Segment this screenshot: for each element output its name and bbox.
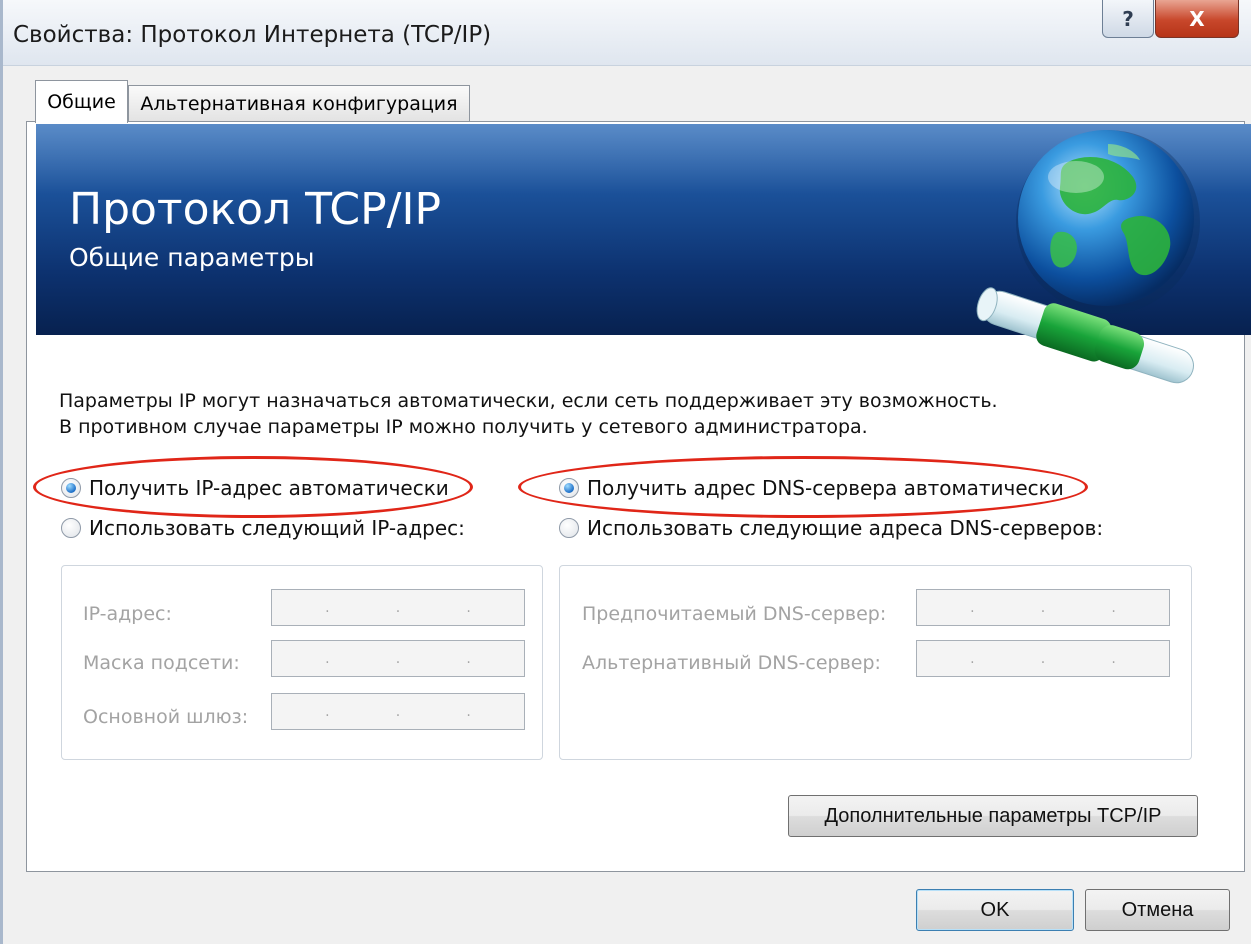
banner-subtitle: Общие параметры <box>69 243 315 272</box>
close-button[interactable]: X <box>1155 0 1239 38</box>
description-text: Параметры IP могут назначаться автоматич… <box>59 388 998 440</box>
tab-alternate-config[interactable]: Альтернативная конфигурация <box>128 85 470 121</box>
radio-dns-auto-label[interactable]: Получить адрес DNS-сервера автоматически <box>587 476 1064 500</box>
globe-with-network-cable-icon <box>958 122 1218 387</box>
radio-button-icon[interactable] <box>559 478 579 498</box>
alternate-dns-input[interactable]: ... <box>916 640 1170 677</box>
radio-ip-auto-label[interactable]: Получить IP-адрес автоматически <box>89 476 449 500</box>
radio-button-icon[interactable] <box>61 478 81 498</box>
help-button[interactable]: ? <box>1102 0 1154 38</box>
description-line-2: В противном случае параметры IP можно по… <box>59 416 868 438</box>
radio-dns-manual[interactable]: Использовать следующие адреса DNS-сервер… <box>559 516 1103 540</box>
gateway-input[interactable]: ... <box>271 693 525 730</box>
radio-ip-auto[interactable]: Получить IP-адрес автоматически <box>61 476 449 500</box>
ip-address-label: IP-адрес: <box>83 603 172 625</box>
advanced-settings-button[interactable]: Дополнительные параметры TCP/IP <box>788 795 1198 837</box>
radio-dns-manual-label[interactable]: Использовать следующие адреса DNS-сервер… <box>587 516 1103 540</box>
radio-dns-auto[interactable]: Получить адрес DNS-сервера автоматически <box>559 476 1064 500</box>
window-title: Свойства: Протокол Интернета (TCP/IP) <box>13 22 492 48</box>
dialog-window: Свойства: Протокол Интернета (TCP/IP) ? … <box>0 0 1251 944</box>
ip-address-input[interactable]: ... <box>271 589 525 626</box>
tab-general[interactable]: Общие <box>35 80 128 123</box>
gateway-label: Основной шлюз: <box>83 706 249 728</box>
description-line-1: Параметры IP могут назначаться автоматич… <box>59 390 998 412</box>
subnet-mask-input[interactable]: ... <box>271 640 525 677</box>
subnet-mask-label: Маска подсети: <box>83 652 240 674</box>
banner-title: Протокол TCP/IP <box>69 184 441 235</box>
radio-ip-manual[interactable]: Использовать следующий IP-адрес: <box>61 516 465 540</box>
radio-button-icon[interactable] <box>61 518 81 538</box>
radio-button-icon[interactable] <box>559 518 579 538</box>
alternate-dns-label: Альтернативный DNS-сервер: <box>582 652 881 674</box>
ok-button[interactable]: OK <box>916 889 1074 931</box>
preferred-dns-input[interactable]: ... <box>916 589 1170 626</box>
cancel-button[interactable]: Отмена <box>1085 889 1230 931</box>
title-bar[interactable]: Свойства: Протокол Интернета (TCP/IP) <box>3 0 1251 66</box>
preferred-dns-label: Предпочитаемый DNS-сервер: <box>582 603 887 625</box>
radio-ip-manual-label[interactable]: Использовать следующий IP-адрес: <box>89 516 465 540</box>
